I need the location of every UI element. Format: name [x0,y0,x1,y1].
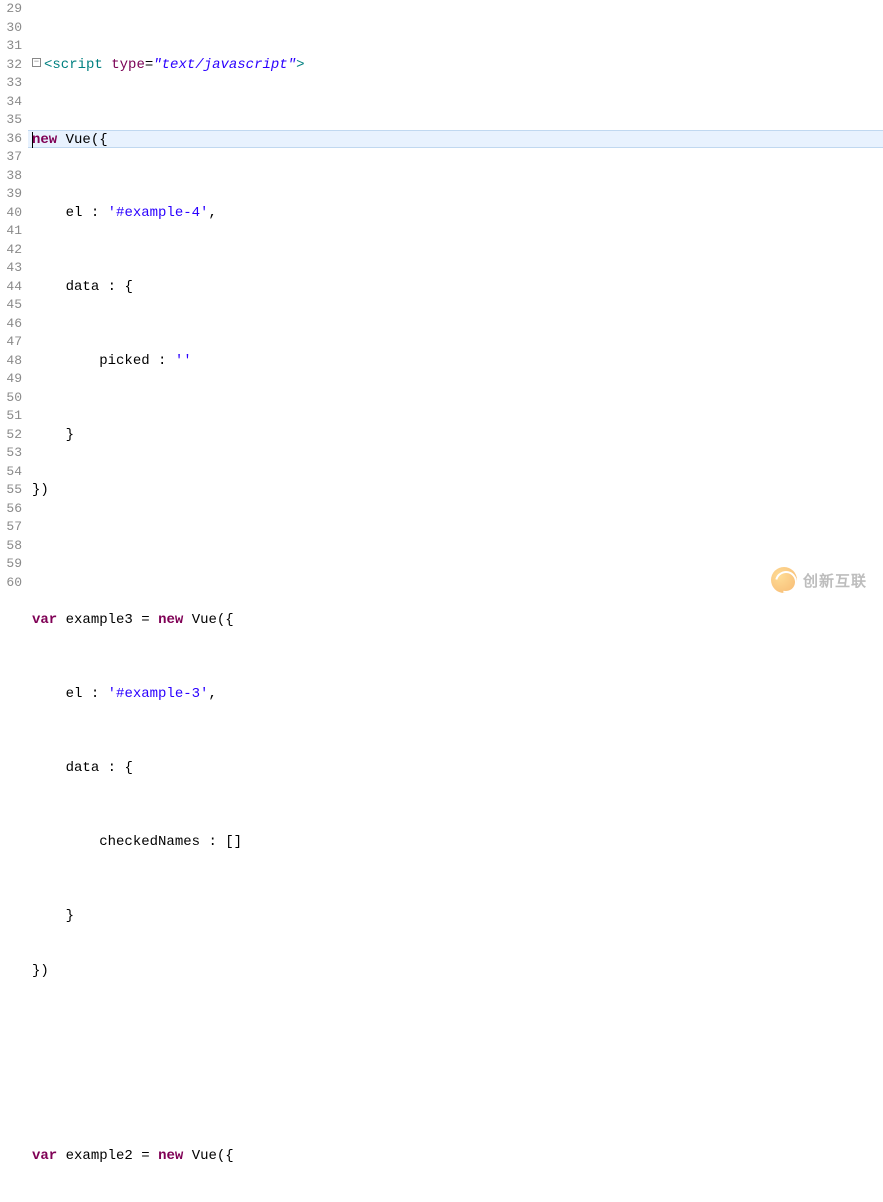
line-number: 33 [0,74,22,93]
line-number: 53 [0,444,22,463]
code-line[interactable]: checkedNames : [] [28,833,883,852]
line-number: 30 [0,19,22,38]
line-number: 55 [0,481,22,500]
code-line[interactable]: } [28,907,883,926]
fold-collapse-icon[interactable]: − [32,58,41,67]
code-area[interactable]: −<script type="text/javascript"> new Vue… [28,0,883,601]
code-line[interactable]: picked : '' [28,352,883,371]
line-number: 31 [0,37,22,56]
code-line[interactable]: var example2 = new Vue({ [28,1147,883,1166]
code-line-active[interactable]: new Vue({ [28,130,883,149]
line-number: 40 [0,204,22,223]
watermark: 创新互联 [771,567,867,593]
code-editor[interactable]: 2930313233343536373839404142434445464748… [0,0,883,601]
line-number: 44 [0,278,22,297]
code-line[interactable]: }) [28,481,883,500]
line-number: 47 [0,333,22,352]
code-line[interactable]: el : '#example-4', [28,204,883,223]
line-number: 42 [0,241,22,260]
line-number: 35 [0,111,22,130]
line-number: 56 [0,500,22,519]
line-number: 39 [0,185,22,204]
line-number: 34 [0,93,22,112]
line-number: 59 [0,555,22,574]
watermark-text: 创新互联 [803,570,867,591]
code-line[interactable]: }) [28,962,883,981]
line-number-gutter: 2930313233343536373839404142434445464748… [0,0,28,601]
code-line[interactable] [28,1018,883,1037]
code-line[interactable] [28,1073,883,1092]
code-line[interactable]: data : { [28,759,883,778]
line-number: 48 [0,352,22,371]
line-number: 58 [0,537,22,556]
code-line[interactable]: −<script type="text/javascript"> [28,56,883,75]
line-number: 29 [0,0,22,19]
code-line[interactable] [28,537,883,556]
line-number: 54 [0,463,22,482]
line-number: 37 [0,148,22,167]
line-number: 51 [0,407,22,426]
line-number: 50 [0,389,22,408]
line-number: 41 [0,222,22,241]
line-number: 45 [0,296,22,315]
line-number: 46 [0,315,22,334]
line-number: 60 [0,574,22,593]
line-number: 32 [0,56,22,75]
code-line[interactable]: } [28,426,883,445]
watermark-logo-icon [771,567,797,593]
line-number: 36 [0,130,22,149]
line-number: 38 [0,167,22,186]
line-number: 49 [0,370,22,389]
line-number: 57 [0,518,22,537]
code-line[interactable]: el : '#example-3', [28,685,883,704]
code-line[interactable]: var example3 = new Vue({ [28,611,883,630]
line-number: 52 [0,426,22,445]
line-number: 43 [0,259,22,278]
code-line[interactable]: data : { [28,278,883,297]
